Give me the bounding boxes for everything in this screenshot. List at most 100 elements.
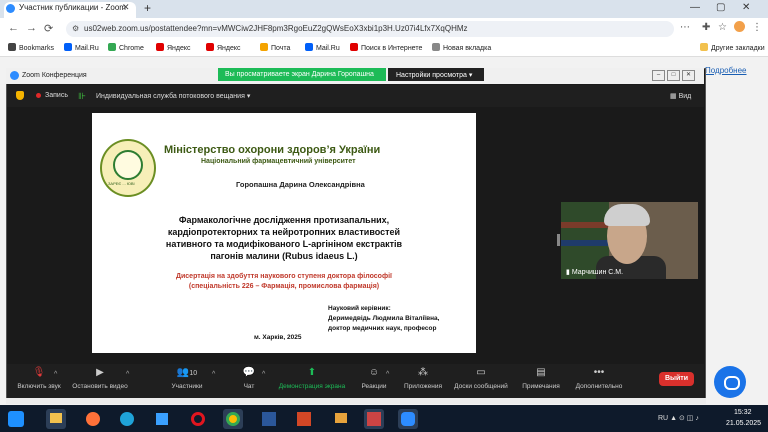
thesis-title-line: пагонів малини (Rubus idaeus L.) [210, 251, 358, 261]
language-indicator[interactable]: RU [658, 415, 668, 422]
folder-icon[interactable] [331, 409, 351, 429]
supervisor-line: Науковий керівник: [328, 305, 391, 312]
zoom-favicon-icon [6, 4, 15, 13]
unmute-button[interactable]: 🎙 Включить звук [12, 367, 66, 390]
bookmark-item[interactable]: Новая вкладка [432, 43, 491, 52]
minimize-button[interactable]: — [690, 2, 700, 13]
mic-muted-icon: 🎙 [32, 367, 46, 378]
yandex-icon [206, 43, 214, 51]
screen-share-button[interactable]: ⬆ Демонстрация экрана [276, 367, 348, 390]
chevron-up-icon[interactable]: ^ [386, 371, 389, 378]
chevron-down-icon: ▾ [468, 72, 473, 79]
participants-icon: 👥 [176, 367, 190, 378]
author-name: Горопашна Дарина Олександрівна [236, 180, 365, 189]
leave-button[interactable]: Выйти [659, 372, 694, 386]
bookmark-item[interactable]: Яндекс [206, 43, 241, 52]
opera-icon[interactable] [188, 409, 208, 429]
whiteboards-button[interactable]: ▭ Доски сообщений [450, 367, 512, 390]
image-viewer-icon[interactable] [364, 409, 384, 429]
chrome-icon [108, 43, 116, 51]
back-button[interactable]: ← [8, 22, 19, 34]
chat-icon: 💬 [242, 367, 256, 378]
degree-line: Дисертація на здобуття наукового ступеня… [176, 273, 392, 280]
file-explorer-icon[interactable] [46, 409, 66, 429]
powerpoint-icon[interactable] [294, 409, 314, 429]
apps-icon: ⁂ [418, 367, 428, 378]
clock-time[interactable]: 15:32 [734, 409, 752, 416]
firefox-icon[interactable] [83, 409, 103, 429]
tab-title: Участник публикации - Zoom [19, 3, 126, 12]
bookmark-item[interactable]: Почта [260, 43, 290, 52]
windows-icon[interactable] [152, 409, 172, 429]
video-camera-icon: ▶ [96, 367, 104, 378]
reload-button[interactable]: ⟳ [44, 22, 53, 35]
bookmark-item[interactable]: Поиск в Интернете [350, 43, 422, 52]
stop-video-button[interactable]: ▶ Остановить видео [68, 367, 132, 390]
chevron-up-icon[interactable]: ^ [54, 371, 57, 378]
chevron-up-icon[interactable]: ^ [126, 371, 129, 378]
avatar[interactable] [734, 21, 745, 32]
bookmark-item[interactable]: Chrome [108, 43, 144, 52]
logo-text: ЗАРЕЄ ... ЮВІ [108, 181, 135, 186]
chat-button[interactable]: 💬 Чат [236, 367, 262, 390]
forward-button[interactable]: → [26, 22, 37, 34]
ministry-heading: Міністерство охорони здоров’я України [164, 144, 381, 156]
extensions-icon[interactable]: ✚ [702, 22, 710, 33]
more-info-link[interactable]: Подробнее [705, 66, 747, 75]
bookmark-item[interactable]: Mail.Ru [305, 43, 340, 52]
participants-button[interactable]: 👥10 Участники [166, 367, 208, 390]
bookmark-star-icon[interactable]: ☆ [718, 22, 727, 33]
menu-icon[interactable]: ⋮ [752, 22, 762, 33]
signal-bars-icon: ▮ [566, 269, 570, 276]
url-text[interactable]: us02web.zoom.us/postattendee?mn=vMWCiw2J… [84, 24, 468, 33]
notes-icon: ▤ [536, 367, 546, 378]
close-window-button[interactable]: ✕ [742, 2, 750, 13]
thesis-title-line: Фармакологічне дослідження протизапальни… [178, 215, 390, 225]
chrome-icon[interactable] [223, 409, 243, 429]
participant-name-label: ▮ Марчишин С.М. [566, 269, 624, 276]
bookmark-item[interactable]: Bookmarks [8, 43, 54, 52]
zoom-app-icon [10, 71, 19, 80]
recording-dot-icon [36, 93, 41, 98]
chevron-up-icon[interactable]: ^ [262, 371, 265, 378]
zoom-close-button[interactable]: ✕ [682, 70, 695, 81]
edge-icon[interactable] [117, 409, 137, 429]
video-bookshelf-row [561, 240, 609, 246]
zoom-maximize-button[interactable]: □ [667, 70, 680, 81]
windows-start-icon[interactable] [8, 411, 24, 427]
notes-button[interactable]: ▤ Примечания [518, 367, 564, 390]
shield-icon[interactable] [16, 91, 24, 100]
video-bookshelf-row [561, 222, 609, 228]
more-dots-icon: ••• [593, 367, 605, 378]
translate-icon[interactable]: ⋯ [680, 22, 690, 33]
clock-date[interactable]: 21.05.2025 [726, 420, 761, 427]
video-person-hair [604, 204, 650, 226]
bookmark-item[interactable]: Mail.Ru [64, 43, 99, 52]
more-button[interactable]: ••• Дополнительно [570, 367, 628, 390]
chat-bubble-icon [724, 376, 740, 390]
chevron-up-icon[interactable]: ^ [212, 371, 215, 378]
zoom-window-border [6, 398, 706, 404]
view-button[interactable]: ▦ Вид [670, 92, 691, 100]
panel-resize-handle[interactable] [557, 234, 560, 246]
zoom-minimize-button[interactable]: – [652, 70, 665, 81]
signal-icon[interactable]: ⊪ [78, 91, 86, 102]
recording-label[interactable]: Запись [45, 92, 68, 99]
apps-button[interactable]: ⁂ Приложения [398, 367, 448, 390]
maximize-button[interactable]: ▢ [716, 2, 725, 13]
system-tray[interactable]: RU ▲ ⊙ ◫ ♪ [658, 414, 699, 422]
grid-icon: ▦ [670, 93, 677, 100]
tab-close-icon[interactable]: ✕ [122, 2, 130, 13]
other-bookmarks[interactable]: Другие закладки [700, 43, 765, 52]
view-settings-label[interactable]: Настройки просмотра ▾ [396, 71, 472, 79]
degree-line: (спеціальність 226 – Фармація, промислов… [188, 283, 380, 290]
zoom-taskbar-icon[interactable] [398, 409, 418, 429]
tray-icons[interactable]: ▲ ⊙ ◫ ♪ [670, 415, 699, 422]
stream-service-dropdown[interactable]: Индивидуальная служба потокового вещания… [96, 92, 250, 100]
mail-icon [260, 43, 268, 51]
bookmark-item[interactable]: Яндекс [156, 43, 191, 52]
new-tab-button[interactable]: + [144, 1, 151, 15]
site-info-icon[interactable]: ⚙ [72, 24, 79, 33]
word-icon[interactable] [259, 409, 279, 429]
university-heading: Національний фармацевтичний університет [201, 158, 356, 165]
